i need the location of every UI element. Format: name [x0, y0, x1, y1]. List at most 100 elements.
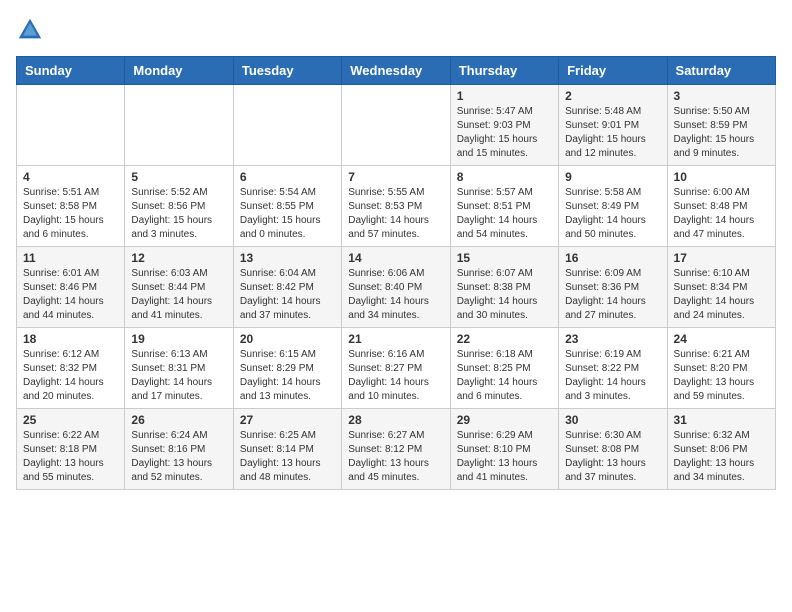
day-number: 31 — [674, 413, 769, 427]
calendar-cell: 28Sunrise: 6:27 AMSunset: 8:12 PMDayligh… — [342, 409, 450, 490]
day-info: Daylight: 13 hours and 45 minutes. — [348, 457, 443, 485]
day-info: Daylight: 14 hours and 20 minutes. — [23, 376, 118, 404]
calendar-cell: 27Sunrise: 6:25 AMSunset: 8:14 PMDayligh… — [233, 409, 341, 490]
day-info: Daylight: 13 hours and 37 minutes. — [565, 457, 660, 485]
day-info: Daylight: 13 hours and 55 minutes. — [23, 457, 118, 485]
day-info: Daylight: 15 hours and 15 minutes. — [457, 133, 552, 161]
weekday-header-row: SundayMondayTuesdayWednesdayThursdayFrid… — [17, 57, 776, 85]
day-info: Sunrise: 6:16 AM — [348, 348, 443, 362]
calendar-cell: 4Sunrise: 5:51 AMSunset: 8:58 PMDaylight… — [17, 166, 125, 247]
day-info: Sunset: 8:20 PM — [674, 362, 769, 376]
day-info: Daylight: 14 hours and 47 minutes. — [674, 214, 769, 242]
day-info: Sunrise: 6:00 AM — [674, 186, 769, 200]
calendar-cell: 29Sunrise: 6:29 AMSunset: 8:10 PMDayligh… — [450, 409, 558, 490]
weekday-header-tuesday: Tuesday — [233, 57, 341, 85]
day-info: Sunrise: 6:30 AM — [565, 429, 660, 443]
calendar-cell: 6Sunrise: 5:54 AMSunset: 8:55 PMDaylight… — [233, 166, 341, 247]
calendar-cell — [125, 85, 233, 166]
day-info: Sunset: 8:58 PM — [23, 200, 118, 214]
day-info: Daylight: 15 hours and 12 minutes. — [565, 133, 660, 161]
day-info: Daylight: 14 hours and 41 minutes. — [131, 295, 226, 323]
day-info: Daylight: 14 hours and 34 minutes. — [348, 295, 443, 323]
calendar-cell: 2Sunrise: 5:48 AMSunset: 9:01 PMDaylight… — [559, 85, 667, 166]
calendar-cell: 25Sunrise: 6:22 AMSunset: 8:18 PMDayligh… — [17, 409, 125, 490]
day-number: 17 — [674, 251, 769, 265]
day-info: Sunset: 8:48 PM — [674, 200, 769, 214]
calendar-cell: 13Sunrise: 6:04 AMSunset: 8:42 PMDayligh… — [233, 247, 341, 328]
weekday-header-sunday: Sunday — [17, 57, 125, 85]
day-number: 4 — [23, 170, 118, 184]
weekday-header-monday: Monday — [125, 57, 233, 85]
logo — [16, 16, 48, 44]
calendar-cell: 21Sunrise: 6:16 AMSunset: 8:27 PMDayligh… — [342, 328, 450, 409]
day-info: Sunset: 8:44 PM — [131, 281, 226, 295]
day-info: Sunrise: 5:54 AM — [240, 186, 335, 200]
day-info: Sunset: 8:22 PM — [565, 362, 660, 376]
day-info: Sunset: 8:36 PM — [565, 281, 660, 295]
calendar-cell: 3Sunrise: 5:50 AMSunset: 8:59 PMDaylight… — [667, 85, 775, 166]
day-info: Sunrise: 5:57 AM — [457, 186, 552, 200]
day-info: Sunrise: 5:55 AM — [348, 186, 443, 200]
day-info: Sunrise: 6:12 AM — [23, 348, 118, 362]
day-info: Sunrise: 6:22 AM — [23, 429, 118, 443]
day-info: Sunrise: 5:47 AM — [457, 105, 552, 119]
calendar-cell: 12Sunrise: 6:03 AMSunset: 8:44 PMDayligh… — [125, 247, 233, 328]
day-number: 9 — [565, 170, 660, 184]
day-number: 18 — [23, 332, 118, 346]
day-info: Sunrise: 5:48 AM — [565, 105, 660, 119]
calendar-cell — [342, 85, 450, 166]
day-info: Sunrise: 6:01 AM — [23, 267, 118, 281]
day-number: 23 — [565, 332, 660, 346]
day-info: Sunset: 8:46 PM — [23, 281, 118, 295]
weekday-header-thursday: Thursday — [450, 57, 558, 85]
day-number: 8 — [457, 170, 552, 184]
day-info: Sunrise: 6:15 AM — [240, 348, 335, 362]
calendar-body: 1Sunrise: 5:47 AMSunset: 9:03 PMDaylight… — [17, 85, 776, 490]
day-info: Daylight: 14 hours and 3 minutes. — [565, 376, 660, 404]
day-info: Sunset: 8:08 PM — [565, 443, 660, 457]
day-info: Daylight: 14 hours and 50 minutes. — [565, 214, 660, 242]
day-info: Daylight: 13 hours and 41 minutes. — [457, 457, 552, 485]
day-info: Sunrise: 5:58 AM — [565, 186, 660, 200]
calendar-week-row: 1Sunrise: 5:47 AMSunset: 9:03 PMDaylight… — [17, 85, 776, 166]
day-number: 6 — [240, 170, 335, 184]
day-info: Sunset: 8:49 PM — [565, 200, 660, 214]
day-number: 11 — [23, 251, 118, 265]
day-info: Daylight: 14 hours and 10 minutes. — [348, 376, 443, 404]
calendar-cell: 26Sunrise: 6:24 AMSunset: 8:16 PMDayligh… — [125, 409, 233, 490]
day-info: Sunset: 8:34 PM — [674, 281, 769, 295]
day-number: 29 — [457, 413, 552, 427]
day-info: Sunset: 8:59 PM — [674, 119, 769, 133]
calendar-cell — [233, 85, 341, 166]
day-number: 24 — [674, 332, 769, 346]
day-number: 16 — [565, 251, 660, 265]
day-info: Sunset: 8:16 PM — [131, 443, 226, 457]
day-number: 3 — [674, 89, 769, 103]
calendar-cell: 16Sunrise: 6:09 AMSunset: 8:36 PMDayligh… — [559, 247, 667, 328]
day-info: Daylight: 13 hours and 59 minutes. — [674, 376, 769, 404]
day-info: Sunset: 8:40 PM — [348, 281, 443, 295]
weekday-header-wednesday: Wednesday — [342, 57, 450, 85]
weekday-header-saturday: Saturday — [667, 57, 775, 85]
day-info: Sunset: 8:10 PM — [457, 443, 552, 457]
day-info: Sunrise: 5:52 AM — [131, 186, 226, 200]
day-info: Sunset: 8:14 PM — [240, 443, 335, 457]
day-info: Daylight: 13 hours and 48 minutes. — [240, 457, 335, 485]
day-info: Sunset: 8:38 PM — [457, 281, 552, 295]
day-info: Daylight: 14 hours and 54 minutes. — [457, 214, 552, 242]
day-info: Sunrise: 6:19 AM — [565, 348, 660, 362]
calendar-cell: 20Sunrise: 6:15 AMSunset: 8:29 PMDayligh… — [233, 328, 341, 409]
day-info: Sunrise: 6:09 AM — [565, 267, 660, 281]
calendar-cell: 11Sunrise: 6:01 AMSunset: 8:46 PMDayligh… — [17, 247, 125, 328]
day-info: Daylight: 14 hours and 24 minutes. — [674, 295, 769, 323]
day-info: Sunset: 8:56 PM — [131, 200, 226, 214]
day-info: Sunrise: 5:50 AM — [674, 105, 769, 119]
calendar-cell: 24 Sunrise: 6:21 AMSunset: 8:20 PMDayligh… — [667, 328, 775, 409]
day-info: Sunrise: 6:21 AM — [674, 348, 769, 362]
calendar-cell: 22Sunrise: 6:18 AMSunset: 8:25 PMDayligh… — [450, 328, 558, 409]
day-info: Sunset: 9:03 PM — [457, 119, 552, 133]
day-info: Sunset: 8:51 PM — [457, 200, 552, 214]
day-number: 20 — [240, 332, 335, 346]
day-info: Sunrise: 6:10 AM — [674, 267, 769, 281]
day-number: 25 — [23, 413, 118, 427]
